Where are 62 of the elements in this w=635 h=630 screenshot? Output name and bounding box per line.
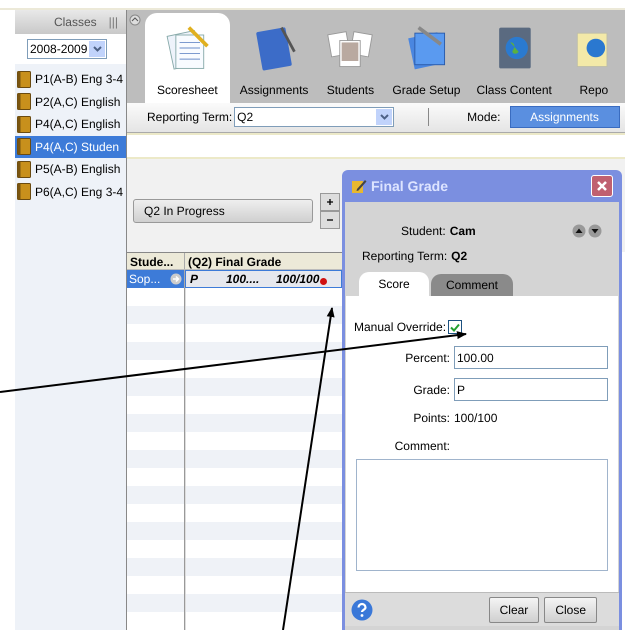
toolbar-tab[interactable]: Assignments bbox=[234, 18, 314, 103]
checkmark-icon bbox=[450, 322, 460, 332]
book-icon bbox=[17, 116, 31, 133]
reporting-term-dropdown[interactable]: Q2 bbox=[234, 107, 394, 128]
reporting-term-label: Reporting Term: bbox=[147, 109, 232, 126]
help-icon[interactable] bbox=[351, 598, 373, 620]
reporting-term-label: Reporting Term: bbox=[362, 248, 448, 265]
sidebar-title: Classes bbox=[54, 14, 97, 31]
comment-label: Comment: bbox=[394, 438, 450, 455]
close-button[interactable] bbox=[591, 175, 613, 197]
chevron-down-icon bbox=[92, 46, 102, 52]
manual-override-checkbox[interactable] bbox=[448, 320, 462, 334]
dialog-button[interactable]: Close bbox=[544, 596, 597, 622]
mode-label: Mode: bbox=[467, 109, 501, 126]
points-label: Points: bbox=[412, 410, 450, 427]
class-item[interactable]: P4(A,C) Studen bbox=[15, 136, 126, 158]
manual-override-label: Manual Override: bbox=[354, 319, 446, 336]
points-cell-text: 100/100 bbox=[276, 271, 320, 288]
class-item[interactable]: P1(A-B) Eng 3-4 bbox=[15, 68, 126, 90]
student-label: Student: bbox=[401, 223, 446, 240]
note-pencil-icon bbox=[351, 178, 367, 194]
dialog-title: Final Grade bbox=[371, 176, 448, 196]
dialog-button[interactable]: Clear bbox=[488, 596, 540, 622]
class-item[interactable]: P5(A-B) English bbox=[15, 158, 126, 180]
zoom-in-button[interactable]: + bbox=[320, 192, 340, 210]
book-icon bbox=[17, 183, 31, 200]
comment-field[interactable] bbox=[356, 459, 608, 571]
dialog-tab[interactable]: Comment bbox=[431, 274, 513, 296]
column-header[interactable]: (Q2) Final Grade bbox=[185, 253, 342, 269]
toolbar-tab[interactable]: Class Content bbox=[470, 18, 558, 103]
book-icon bbox=[17, 93, 31, 110]
percent-field[interactable]: 100.00 bbox=[454, 346, 608, 369]
points-value: 100/100 bbox=[454, 410, 498, 427]
grade-cell-text: P bbox=[190, 271, 200, 288]
toolbar-tab[interactable]: Students bbox=[318, 18, 382, 103]
student-name: Cam bbox=[450, 223, 477, 240]
dialog-tab[interactable]: Score bbox=[359, 272, 429, 296]
arrow-up-icon[interactable] bbox=[572, 224, 586, 238]
chevron-down-icon bbox=[380, 114, 389, 120]
book-icon bbox=[17, 138, 31, 156]
zoom-out-button[interactable]: − bbox=[320, 210, 340, 228]
toolbar-tab[interactable]: Scoresheet bbox=[145, 12, 230, 103]
book-icon bbox=[17, 70, 31, 88]
column-header[interactable]: Stude... bbox=[127, 253, 185, 269]
arrow-down-icon[interactable] bbox=[588, 224, 602, 238]
book-icon bbox=[17, 160, 31, 178]
percent-label: Percent: bbox=[404, 350, 450, 366]
class-item[interactable]: P4(A,C) English bbox=[15, 113, 126, 136]
toolbar-tab[interactable]: Grade Setup bbox=[386, 18, 466, 103]
percent-cell-text: 100.... bbox=[226, 271, 260, 288]
arrow-right-icon[interactable] bbox=[170, 273, 182, 285]
grade-field[interactable]: P bbox=[454, 378, 608, 401]
progress-button[interactable]: Q2 In Progress bbox=[133, 198, 313, 222]
grade-label: Grade: bbox=[412, 382, 450, 398]
toolbar-tab[interactable]: Repo bbox=[562, 18, 626, 103]
close-icon bbox=[596, 180, 608, 192]
reporting-term-value: Q2 bbox=[451, 248, 468, 265]
class-item[interactable]: P2(A,C) English bbox=[15, 90, 126, 113]
class-item[interactable]: P6(A,C) Eng 3-4 bbox=[15, 180, 126, 203]
alert-icon bbox=[320, 278, 328, 284]
collapse-icon[interactable] bbox=[129, 14, 141, 26]
year-dropdown[interactable]: 2008-2009 bbox=[27, 39, 108, 59]
